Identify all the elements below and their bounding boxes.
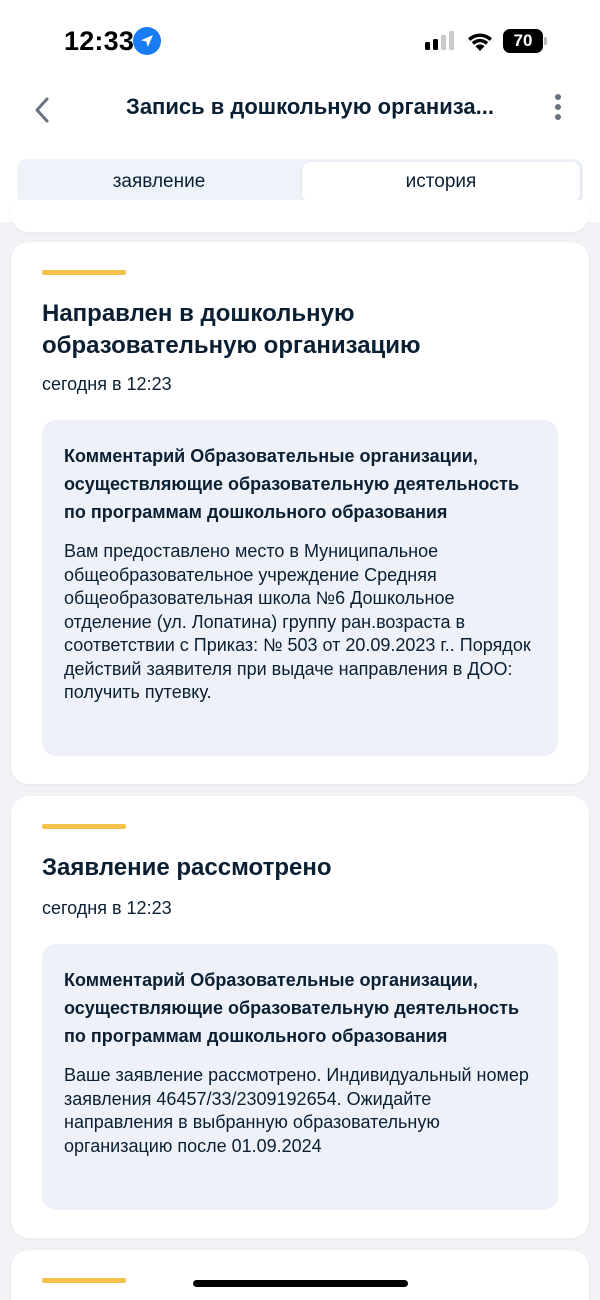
comment-box: Комментарий Образовательные организации,…	[42, 420, 558, 756]
header-area: 12:33 70 Запись в дошкольную организа...…	[0, 0, 600, 222]
card-title: Направлен в дошкольную образовательную о…	[42, 300, 421, 359]
history-card: Заявление рассмотрено сегодня в 12:23 Ко…	[11, 796, 589, 1238]
battery-cap	[544, 37, 547, 45]
card-accent-bar	[42, 1278, 126, 1283]
previous-card-bottom	[11, 200, 589, 232]
home-indicator[interactable]	[193, 1280, 408, 1287]
tab-application[interactable]: заявление	[20, 162, 298, 202]
card-title: Заявление рассмотрено	[42, 854, 332, 881]
status-time: 12:33	[64, 26, 135, 56]
cellular-signal-icon	[425, 31, 457, 51]
chevron-left-icon[interactable]	[30, 92, 56, 128]
battery-icon: 70	[503, 29, 547, 53]
card-date: сегодня в 12:23	[42, 374, 172, 394]
comment-title: Комментарий Образовательные организации,…	[64, 446, 520, 522]
wifi-icon	[466, 30, 494, 52]
history-card	[11, 1250, 589, 1300]
page-title: Запись в дошкольную организа...	[126, 94, 494, 119]
navigation-bar: Запись в дошкольную организа...	[0, 80, 600, 140]
card-accent-bar	[42, 824, 126, 829]
comment-box: Комментарий Образовательные организации,…	[42, 944, 558, 1210]
card-accent-bar	[42, 270, 126, 275]
comment-title: Комментарий Образовательные организации,…	[64, 970, 520, 1046]
more-vertical-icon[interactable]	[545, 90, 571, 130]
card-date: сегодня в 12:23	[42, 898, 172, 918]
tab-history[interactable]: история	[302, 162, 580, 202]
location-arrow-icon	[133, 27, 161, 55]
battery-level: 70	[513, 31, 533, 50]
history-card: Направлен в дошкольную образовательную о…	[11, 242, 589, 784]
segmented-tabs: заявление история	[17, 159, 583, 205]
comment-text: Вам предоставлено место в Муниципальное …	[64, 541, 531, 702]
status-bar: 12:33 70	[0, 0, 600, 80]
comment-text: Ваше заявление рассмотрено. Индивидуальн…	[64, 1065, 529, 1156]
